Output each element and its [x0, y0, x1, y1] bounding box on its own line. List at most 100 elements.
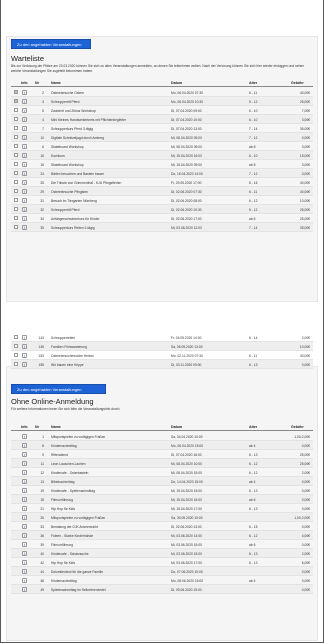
- event-name: Spielenachmittag im Seibertnerviertel: [51, 587, 106, 592]
- select-checkbox[interactable]: [14, 108, 18, 112]
- event-name: Kindernachmittag: [51, 443, 77, 448]
- info-icon[interactable]: i: [22, 152, 27, 158]
- select-checkbox[interactable]: [14, 216, 18, 220]
- info-icon[interactable]: i: [22, 496, 27, 502]
- info-icon[interactable]: i: [22, 170, 27, 176]
- select-checkbox[interactable]: [14, 225, 18, 229]
- register-checked-button[interactable]: Zu den angehakten Veranstaltungen anmeld…: [11, 39, 91, 57]
- event-fee: 0,00€: [301, 587, 310, 592]
- info-icon[interactable]: i: [22, 577, 27, 583]
- select-checkbox[interactable]: [14, 99, 18, 103]
- select-checkbox[interactable]: [14, 126, 18, 130]
- table-row: i 1 Mitsportspielen zu vorlägigen Fraßen Sa…: [11, 432, 313, 441]
- col-age: Alter: [249, 425, 258, 429]
- info-icon[interactable]: i: [22, 343, 27, 349]
- info-icon[interactable]: i: [22, 505, 27, 511]
- select-checkbox[interactable]: [14, 344, 18, 348]
- event-fee: 25,00€: [299, 99, 310, 104]
- event-nr: 155: [38, 362, 44, 367]
- info-icon[interactable]: i: [22, 550, 27, 556]
- select-checkbox[interactable]: [14, 144, 18, 148]
- select-checkbox[interactable]: [14, 171, 18, 175]
- select-checkbox[interactable]: [14, 180, 18, 184]
- info-icon[interactable]: i: [22, 433, 27, 439]
- event-name: Ostereiersuche Pfingsten: [51, 189, 89, 194]
- info-icon[interactable]: i: [22, 451, 27, 457]
- event-date: Di, 07.04.2020 13:00: [171, 126, 202, 131]
- select-checkbox[interactable]: [14, 162, 18, 166]
- info-icon[interactable]: i: [22, 143, 27, 149]
- info-icon[interactable]: i: [22, 568, 27, 574]
- event-name: Dolomitenbrot für die ganze Familie: [51, 569, 104, 574]
- event-date: Mi, 08.04.2020 09:00: [171, 135, 202, 140]
- info-icon[interactable]: i: [22, 107, 27, 113]
- select-checkbox[interactable]: [14, 135, 18, 139]
- select-checkbox[interactable]: [14, 153, 18, 157]
- table-row: i 44 Dolomitenbrot für die ganze Familie Do…: [11, 567, 313, 576]
- info-icon[interactable]: i: [22, 197, 27, 203]
- info-icon[interactable]: i: [22, 523, 27, 529]
- event-nr: 7: [42, 126, 44, 131]
- event-name: Mini Kleines Handwerkerkreis mit Pflicht…: [51, 117, 126, 122]
- info-icon[interactable]: i: [22, 224, 27, 230]
- event-date: Mi, 03.06.2020 15:00: [171, 551, 202, 556]
- info-icon[interactable]: i: [22, 134, 27, 140]
- table-row: i 3 Schnupperritt Pferd Mo, 06.04.2020 10:3…: [11, 97, 313, 106]
- event-date: Mo, 06.04.2020 10:30: [171, 99, 204, 104]
- event-name: Filmvorführung: [51, 497, 73, 502]
- col-nr: Nr: [35, 425, 39, 429]
- info-icon[interactable]: i: [22, 460, 27, 466]
- event-fee: 1,00-2,00€: [294, 515, 310, 520]
- event-nr: 36: [40, 533, 44, 538]
- info-icon[interactable]: i: [22, 179, 27, 185]
- info-icon[interactable]: i: [22, 487, 27, 493]
- event-name: Familien Filmwanderung: [51, 344, 87, 349]
- event-age: 6 - 14: [249, 335, 258, 340]
- info-icon[interactable]: i: [22, 361, 27, 367]
- event-name: Schnupperkurs Reiten 2-tägig: [51, 225, 95, 230]
- info-icon[interactable]: i: [22, 586, 27, 592]
- info-icon[interactable]: i: [22, 334, 27, 340]
- event-nr: 24: [40, 171, 44, 176]
- info-icon[interactable]: i: [22, 188, 27, 194]
- event-date: Di, 07.04.2020 18:00: [171, 452, 202, 457]
- event-name: Leon Lauschen-Lachen: [51, 461, 86, 466]
- event-name: Bemalung der DJK Ammersricht: [51, 524, 98, 529]
- table-row: i 26 Mitsportspielen zu vorlägigen Fraßen S…: [11, 513, 313, 522]
- info-icon[interactable]: i: [22, 206, 27, 212]
- event-nr: 16: [40, 153, 44, 158]
- event-date: Di, 02.06.2020 07:30: [171, 189, 202, 194]
- table-row: i 25 Die Tribute von Grimmenthal - KJU Pfi…: [11, 178, 313, 187]
- register-checked-button-bottom[interactable]: Zu den angehakten Veranstaltungen anmeld…: [11, 384, 106, 402]
- select-checkbox[interactable]: [14, 189, 18, 193]
- info-icon[interactable]: i: [22, 469, 27, 475]
- info-icon[interactable]: i: [22, 125, 27, 131]
- event-date: Fr, 29.05.2020 17:00: [171, 180, 202, 185]
- event-name: Kochkurs: [51, 153, 65, 158]
- info-icon[interactable]: i: [22, 116, 27, 122]
- info-icon[interactable]: i: [22, 161, 27, 167]
- info-icon[interactable]: i: [22, 215, 27, 221]
- info-icon[interactable]: i: [22, 352, 27, 358]
- select-checkbox[interactable]: [14, 335, 18, 339]
- select-checkbox[interactable]: [14, 198, 18, 202]
- select-checkbox[interactable]: [14, 117, 18, 121]
- event-fee: 10,00€: [299, 198, 310, 203]
- event-age: 5 - 12: [249, 99, 258, 104]
- info-icon[interactable]: i: [22, 532, 27, 538]
- select-checkbox[interactable]: [14, 353, 18, 357]
- event-fee: 0,00€: [301, 542, 310, 547]
- info-icon[interactable]: i: [22, 442, 27, 448]
- event-fee: 35,00€: [299, 225, 310, 230]
- info-icon[interactable]: i: [22, 478, 27, 484]
- info-icon[interactable]: i: [22, 541, 27, 547]
- info-icon[interactable]: i: [22, 98, 27, 104]
- info-icon[interactable]: i: [22, 559, 27, 565]
- event-date: Mo, 06.04.2020 15:00: [171, 443, 204, 448]
- info-icon[interactable]: i: [22, 514, 27, 520]
- event-nr: 18: [40, 497, 44, 502]
- select-checkbox[interactable]: [14, 207, 18, 211]
- info-icon[interactable]: i: [22, 89, 27, 95]
- select-checkbox[interactable]: [14, 90, 18, 94]
- select-checkbox[interactable]: [14, 362, 18, 366]
